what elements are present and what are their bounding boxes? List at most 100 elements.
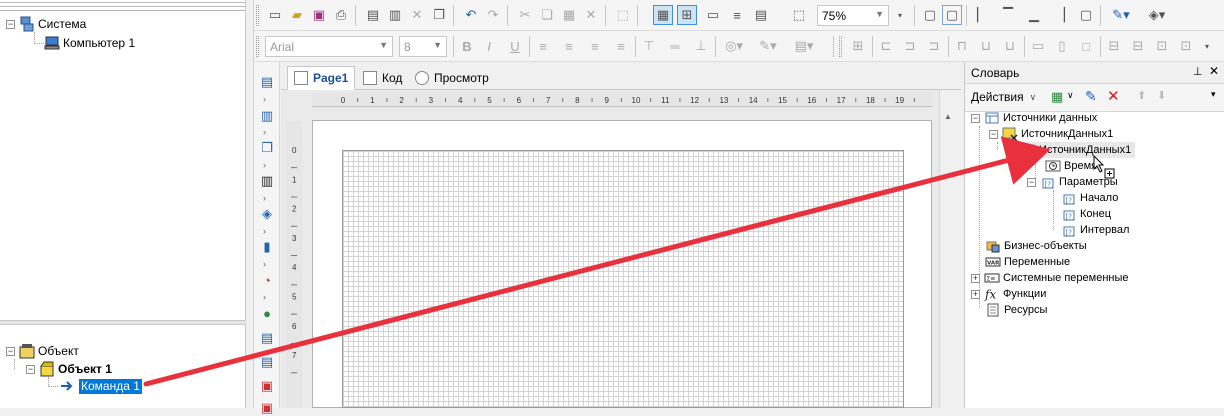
dict-node-system-variables[interactable]: + Σ≡ Системные переменные (971, 270, 1129, 286)
map-icon[interactable]: ● (258, 305, 276, 321)
show-grid-icon[interactable]: ▦ (653, 5, 673, 25)
border-none-icon[interactable]: ▢ (920, 5, 940, 25)
chevron-right-icon[interactable]: › (263, 194, 271, 203)
border-left-icon[interactable]: ▏ (972, 5, 992, 25)
undo-icon[interactable]: ↶ (461, 5, 481, 25)
center-horizontally-icon[interactable]: ⊟ (1104, 36, 1124, 56)
tab-preview[interactable]: Просмотр (409, 66, 495, 90)
same-height-icon[interactable]: ▯ (1052, 36, 1072, 56)
toolbar-grip[interactable] (256, 36, 259, 57)
actions-button[interactable]: Действия ∨ (971, 90, 1036, 104)
pin-icon[interactable]: ⊥ (1193, 65, 1203, 78)
delete-page-icon[interactable]: ✕ (407, 5, 427, 25)
dict-node-end[interactable]: [?] Конец (1061, 206, 1111, 222)
layout-align-icon[interactable]: ⊞ (848, 36, 868, 56)
dict-node-data-sources[interactable]: − Источники данных (971, 110, 1097, 126)
overflow-icon[interactable]: ▾ (1211, 89, 1216, 100)
border-shadow-icon[interactable]: ▢ (1076, 5, 1096, 25)
select-all-icon[interactable]: ⬚ (613, 5, 633, 25)
tree-node-object-root[interactable]: − Объект (6, 343, 79, 359)
collapse-icon[interactable]: − (971, 113, 980, 123)
tree-node-computer[interactable]: Компьютер 1 (44, 35, 135, 51)
tab-page1[interactable]: Page1 (287, 66, 356, 90)
scroll-up-icon[interactable]: ▲ (944, 112, 952, 121)
order-icon[interactable]: ≡ (727, 5, 747, 25)
align-lefts-icon[interactable]: ⊏ (876, 36, 896, 56)
dict-node-time[interactable]: Время (1045, 158, 1097, 174)
dict-node-interval[interactable]: [?] Интервал (1061, 222, 1129, 238)
chart-icon[interactable]: ▮ (258, 239, 276, 255)
fill-color-icon[interactable]: ◈▾ (1142, 5, 1172, 25)
chevron-right-icon[interactable]: › (263, 161, 271, 170)
dict-node-start[interactable]: [?] Начало (1061, 190, 1118, 206)
dict-node-functions[interactable]: + fx Функции (971, 286, 1046, 302)
style-icon[interactable]: ▤▾ (789, 36, 819, 56)
align-tops-icon[interactable]: ⊓ (952, 36, 972, 56)
new-item-icon[interactable]: ▦ (1051, 89, 1063, 105)
new-page-icon[interactable]: ▤ (363, 5, 383, 25)
dict-node-source-group[interactable]: − ИсточникДанных1 (989, 126, 1113, 142)
gauge-icon[interactable]: ◔ (258, 272, 276, 288)
toolbar-grip[interactable] (839, 36, 842, 57)
copy-page-icon[interactable]: ❐ (429, 5, 449, 25)
valign-center-icon[interactable]: ═ (665, 36, 685, 56)
align-center-icon[interactable]: ≡ (559, 36, 579, 56)
band-icon[interactable]: ▤ (258, 74, 276, 90)
align-rights-icon[interactable]: ⊐ (924, 36, 944, 56)
bold-button[interactable]: B (457, 36, 477, 56)
collapse-icon[interactable]: − (26, 364, 35, 374)
collapse-icon[interactable]: − (6, 19, 15, 29)
space-vertically-icon[interactable]: ⊡ (1176, 36, 1196, 56)
tree-node-object-1[interactable]: − Объект 1 (26, 361, 112, 377)
rotate-icon[interactable]: ◎▾ (719, 36, 749, 56)
page-size-icon[interactable]: ⬚ (789, 5, 809, 25)
tree-node-system[interactable]: − Система (6, 16, 86, 32)
collapse-icon[interactable]: − (1007, 145, 1016, 155)
page-grid[interactable] (342, 150, 904, 408)
border-top-icon[interactable]: ▔ (998, 5, 1018, 25)
center-vertically-icon[interactable]: ⊟ (1128, 36, 1148, 56)
border-all-icon[interactable]: ▢ (942, 5, 962, 25)
collapse-icon[interactable]: − (989, 129, 998, 139)
paste-icon[interactable]: ▦ (559, 5, 579, 25)
splitter[interactable] (246, 0, 254, 408)
save-icon[interactable]: ▣ (309, 5, 329, 25)
tab-code[interactable]: Код (357, 66, 408, 90)
align-middles-icon[interactable]: ⊔ (976, 36, 996, 56)
tree-label-selected[interactable]: Команда 1 (79, 378, 142, 394)
align-centers-icon[interactable]: ⊐ (900, 36, 920, 56)
align-justify-icon[interactable]: ≡ (611, 36, 631, 56)
page-setup-icon[interactable]: ▥ (385, 5, 405, 25)
border-right-icon[interactable]: ▕ (1050, 5, 1070, 25)
align-to-grid-icon[interactable]: ⊞ (677, 5, 697, 25)
preview-icon[interactable]: ⎙ (331, 5, 351, 25)
line-color-icon[interactable]: ✎▾ (1106, 5, 1136, 25)
move-down-icon[interactable]: ⬇ (1157, 89, 1166, 102)
chevron-right-icon[interactable]: › (263, 95, 271, 104)
text-color-icon[interactable]: ✎▾ (753, 36, 783, 56)
cut-icon[interactable]: ✂ (515, 5, 535, 25)
chevron-right-icon[interactable]: › (263, 260, 271, 269)
tree-node-command[interactable]: Команда 1 (60, 378, 142, 394)
open-folder-icon[interactable]: ▰ (287, 5, 307, 25)
checkbox-component-icon[interactable]: ▣ (258, 400, 276, 416)
units-icon[interactable]: ▤ (751, 5, 771, 25)
collapse-icon[interactable]: − (6, 346, 15, 356)
dict-node-resources[interactable]: Ресурсы (985, 302, 1047, 318)
same-width-icon[interactable]: ▭ (1028, 36, 1048, 56)
barcode-icon[interactable]: ▥ (258, 173, 276, 189)
align-left-icon[interactable]: ≡ (533, 36, 553, 56)
toolbar-grip[interactable] (256, 5, 259, 26)
underline-button[interactable]: U (505, 36, 525, 56)
delete-icon[interactable]: ✕ (581, 5, 601, 25)
align-right-icon[interactable]: ≡ (585, 36, 605, 56)
cross-band-icon[interactable]: ▥ (258, 108, 276, 124)
font-size-select[interactable]: 8 ▼ (399, 36, 447, 57)
font-name-select[interactable]: Arial ▼ (265, 36, 393, 57)
dict-node-variables[interactable]: VAR Переменные (985, 254, 1070, 270)
valign-top-icon[interactable]: ⊤ (639, 36, 659, 56)
shapes-icon[interactable]: ◈ (258, 206, 276, 222)
border-bottom-icon[interactable]: ▁ (1024, 5, 1044, 25)
new-icon[interactable]: ▭ (265, 5, 285, 25)
edit-icon[interactable]: ✎ (1085, 88, 1097, 105)
